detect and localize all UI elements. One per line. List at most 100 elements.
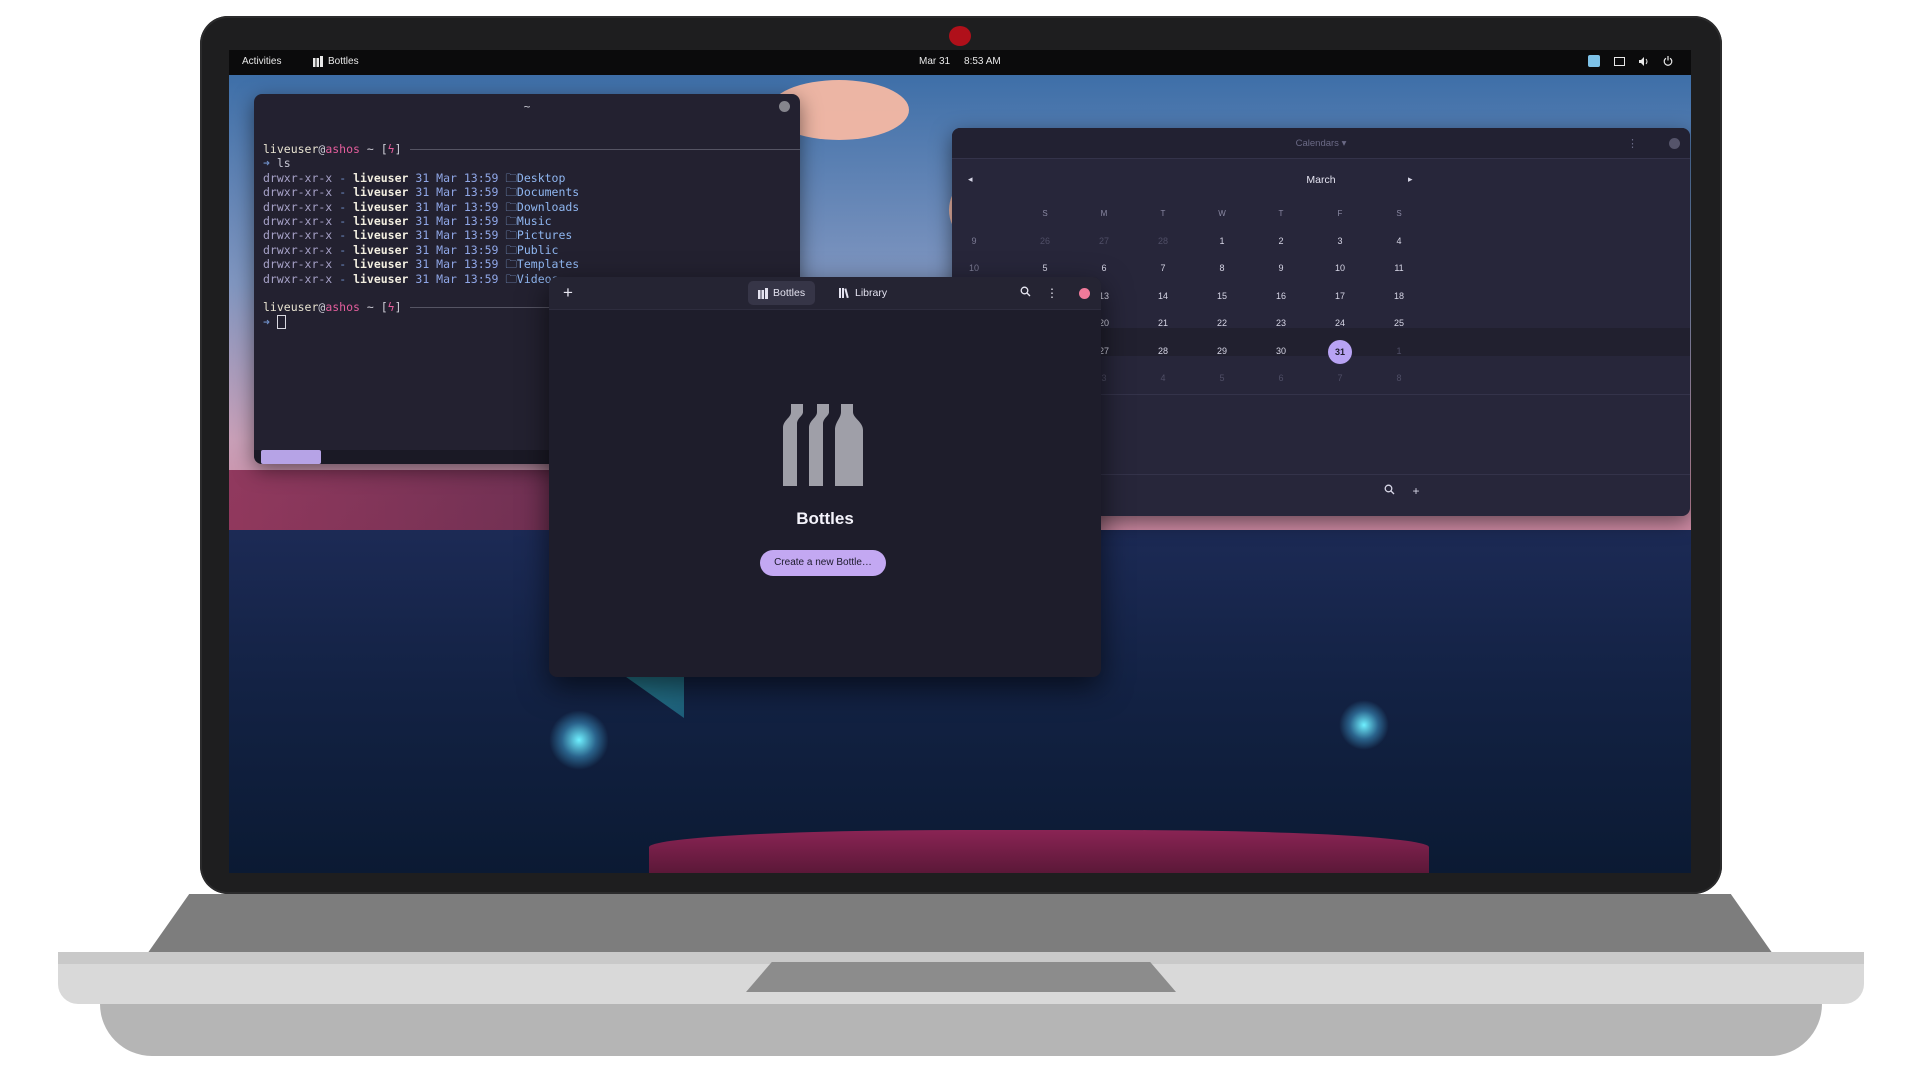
calendar-day-label: 27 <box>1098 235 1109 246</box>
folder-name: Pictures <box>516 228 573 243</box>
folder-name: Public <box>516 242 559 257</box>
calendar-day[interactable]: 8 <box>1379 365 1419 393</box>
calendar-day-label: 16 <box>1275 290 1286 301</box>
calendar-day-label: 4 <box>1396 235 1402 246</box>
create-bottle-button[interactable]: Create a new Bottle… <box>760 550 886 576</box>
calendar-day[interactable]: 23 <box>1261 310 1301 338</box>
weekday-header: F <box>1337 209 1343 218</box>
calendar-day[interactable]: 8 <box>1202 255 1242 283</box>
prompt-path: ~ [ <box>359 300 388 315</box>
calendar-day[interactable]: 5 <box>1202 365 1242 393</box>
add-event-icon[interactable]: + <box>1403 478 1429 504</box>
calendar-day-label: 21 <box>1157 318 1168 328</box>
calendar-day[interactable]: 17 <box>1320 283 1360 311</box>
calendar-selector[interactable]: Calendars ▾ <box>952 138 1690 149</box>
calendar-day[interactable]: 4 <box>1143 365 1183 393</box>
bottles-window[interactable]: + Bottles Library ⋮ Bottles Create a new… <box>549 277 1101 677</box>
calendar-day-label: 5 <box>1042 263 1048 273</box>
folder-icon: 🗀 <box>505 213 517 228</box>
file-size: - <box>339 199 347 214</box>
calendar-day[interactable]: 21 <box>1143 310 1183 338</box>
calendar-day-label: 17 <box>1334 290 1345 301</box>
calendar-day-label: 8 <box>1396 373 1402 383</box>
clock-time: 8:53 AM <box>964 56 1001 67</box>
calendar-selector-label: Calendars <box>1295 138 1339 149</box>
file-permissions: drwxr-xr-x <box>263 199 333 214</box>
calendar-day[interactable]: 18 <box>1379 283 1419 311</box>
wallpaper-flowers <box>649 830 1429 873</box>
main-menu-icon[interactable]: ⋮ <box>1041 282 1063 304</box>
file-size: - <box>339 257 347 272</box>
folder-icon: 🗀 <box>505 170 517 185</box>
folder-icon: 🗀 <box>505 228 517 243</box>
calendar-day[interactable]: 28 <box>1143 338 1183 366</box>
calendar-day[interactable]: 4 <box>1379 228 1419 256</box>
calendar-day[interactable]: 6 <box>1261 365 1301 393</box>
week-number: 9 <box>971 235 977 246</box>
next-month-icon[interactable]: ▸ <box>1408 174 1413 185</box>
bottles-close-button[interactable] <box>1079 288 1090 299</box>
folder-icon: 🗀 <box>505 271 517 286</box>
prompt-symbol: ϟ <box>387 300 395 315</box>
clock[interactable]: Mar 31 8:53 AM <box>919 56 1001 67</box>
screen-icon <box>1614 56 1625 66</box>
app-menu[interactable]: Bottles <box>313 56 359 67</box>
calendar-day[interactable]: 3 <box>1320 228 1360 256</box>
calendar-week-row: 9 26 27 28 1 2 3 4 <box>952 228 1512 256</box>
calendar-day[interactable]: 28 <box>1143 228 1183 256</box>
calendar-day[interactable]: 2 <box>1261 228 1301 256</box>
calendar-day-label: 22 <box>1216 318 1227 328</box>
calendar-day[interactable]: 27 <box>1084 228 1124 256</box>
tab-bottles[interactable]: Bottles <box>748 281 816 305</box>
bottles-icon <box>758 287 768 299</box>
bottles-logo-icon <box>783 404 863 486</box>
file-date: 31 Mar 13:59 <box>415 213 499 228</box>
calendar-month: March <box>1306 174 1336 186</box>
calendar-day[interactable]: 30 <box>1261 338 1301 366</box>
prompt-arrow-icon: ➜ <box>263 156 270 171</box>
calendar-day[interactable]: 1 <box>1202 228 1242 256</box>
search-icon[interactable] <box>1014 282 1036 304</box>
calendar-day-label: 28 <box>1157 345 1168 356</box>
system-tray[interactable] <box>1588 55 1673 67</box>
calendar-day[interactable]: 26 <box>1025 228 1065 256</box>
calendar-day[interactable]: 24 <box>1320 310 1360 338</box>
calendar-day[interactable]: 7 <box>1143 255 1183 283</box>
calendar-day[interactable]: 11 <box>1379 255 1419 283</box>
terminal-close-button[interactable] <box>779 101 790 112</box>
ls-row: drwxr-xr-x - liveuser 31 Mar 13:59 🗀Desk… <box>263 171 791 185</box>
calendar-day[interactable]: 29 <box>1202 338 1242 366</box>
folder-name: Templates <box>516 257 580 272</box>
calendar-day[interactable]: 16 <box>1261 283 1301 311</box>
file-date: 31 Mar 13:59 <box>415 242 499 257</box>
activities-button[interactable]: Activities <box>242 56 281 67</box>
calendar-day[interactable]: 22 <box>1202 310 1242 338</box>
file-date: 31 Mar 13:59 <box>415 228 499 243</box>
calendar-day-label: 3 <box>1337 235 1343 246</box>
top-bar: Activities Bottles Mar 31 8:53 AM <box>229 50 1691 75</box>
prompt-close: ] <box>394 142 402 156</box>
calendar-day[interactable]: 25 <box>1379 310 1419 338</box>
calendar-day[interactable]: 1 <box>1379 338 1419 366</box>
calendar-day[interactable]: 15 <box>1202 283 1242 311</box>
today-marker: 31 <box>1328 339 1352 364</box>
calendar-day[interactable]: 10 <box>1320 255 1360 283</box>
terminal-command-line: ➜ ls <box>263 156 791 170</box>
keyboard-layout-icon[interactable] <box>1588 55 1600 67</box>
search-icon[interactable] <box>1376 478 1402 504</box>
prompt-host: ashos <box>325 300 360 315</box>
calendar-close-button[interactable] <box>1669 138 1680 149</box>
prompt-separator <box>409 149 800 150</box>
file-owner: liveuser <box>353 199 409 214</box>
prompt-user: liveuser <box>263 142 319 156</box>
library-icon <box>839 288 849 298</box>
calendar-day-label: 1 <box>1396 345 1402 356</box>
calendar-day[interactable]: 7 <box>1320 365 1360 393</box>
tab-library[interactable]: Library <box>829 281 897 305</box>
calendar-menu-icon[interactable]: ⋮ <box>1627 137 1638 150</box>
prompt-path: ~ [ <box>359 142 388 156</box>
calendar-day[interactable]: 14 <box>1143 283 1183 311</box>
file-owner: liveuser <box>353 170 409 185</box>
calendar-day[interactable]: 9 <box>1261 255 1301 283</box>
add-icon[interactable]: + <box>557 282 579 304</box>
